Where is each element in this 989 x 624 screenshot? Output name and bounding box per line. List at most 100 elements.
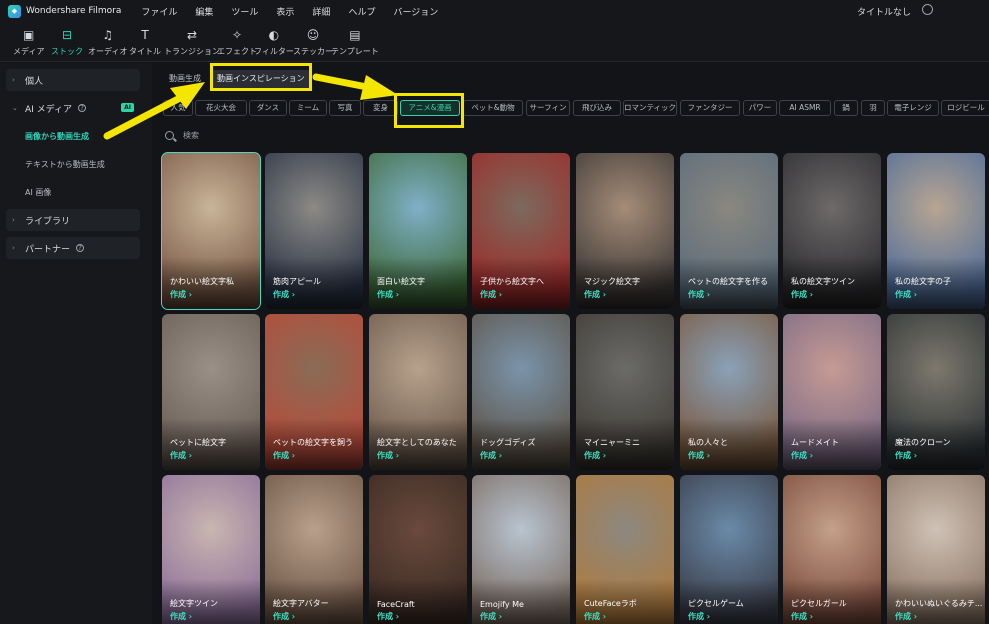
save-status-icon[interactable]: [922, 4, 933, 15]
template-card[interactable]: ピクセルゲーム 作成 ›: [680, 475, 778, 624]
template-card[interactable]: ペットの絵文字を作る 作成 ›: [680, 153, 778, 309]
create-link[interactable]: 作成 ›: [895, 611, 917, 622]
create-link[interactable]: 作成 ›: [273, 450, 295, 461]
create-link[interactable]: 作成 ›: [895, 450, 917, 461]
create-link[interactable]: 作成 ›: [170, 611, 192, 622]
create-link[interactable]: 作成 ›: [170, 450, 192, 461]
create-link[interactable]: 作成 ›: [584, 611, 606, 622]
chip-16[interactable]: 電子レンジ: [887, 100, 939, 116]
template-card[interactable]: 私の人々と 作成 ›: [680, 314, 778, 470]
create-link[interactable]: 作成 ›: [791, 611, 813, 622]
chip-9[interactable]: 飛び込み: [573, 100, 621, 116]
create-link[interactable]: 作成 ›: [688, 289, 710, 300]
create-link[interactable]: 作成 ›: [584, 450, 606, 461]
sidebar-item-image-to-video[interactable]: 画像から動画生成: [25, 131, 89, 142]
tab-video-generation[interactable]: 動画生成: [163, 70, 207, 88]
sidebar-group-partner[interactable]: › パートナー ?: [6, 237, 140, 259]
template-card[interactable]: ペットの絵文字を飼う 作成 ›: [265, 314, 363, 470]
create-link[interactable]: 作成 ›: [688, 450, 710, 461]
create-link[interactable]: 作成 ›: [273, 611, 295, 622]
chip-14[interactable]: 鍋: [834, 100, 858, 116]
chip-13[interactable]: AI ASMR: [779, 100, 831, 116]
create-link[interactable]: 作成 ›: [791, 450, 813, 461]
chip-7[interactable]: ペット&動物: [463, 100, 523, 116]
toolbar-transition[interactable]: ⇄ トランジション: [164, 27, 220, 57]
create-link[interactable]: 作成 ›: [480, 450, 502, 461]
module-toolbar: ▣ メディア ⊟ ストック ♫ オーディオ T タイトル ⇄ トランジション ✧…: [0, 22, 989, 62]
menu-advanced[interactable]: 詳細: [312, 5, 330, 18]
template-card[interactable]: ムードメイト 作成 ›: [783, 314, 881, 470]
sidebar-item-text-to-video[interactable]: テキストから動画生成: [25, 159, 105, 170]
template-card[interactable]: ピクセルガール 作成 ›: [783, 475, 881, 624]
menu-help[interactable]: ヘルプ: [348, 5, 375, 18]
chip-1[interactable]: 花火大会: [195, 100, 247, 116]
chip-11[interactable]: ファンタジー: [680, 100, 740, 116]
create-link[interactable]: 作成 ›: [895, 289, 917, 300]
chip-8[interactable]: サーフィン: [526, 100, 570, 116]
template-card[interactable]: 絵文字ツイン 作成 ›: [162, 475, 260, 624]
toolbar-label: メディア: [13, 47, 45, 56]
create-link[interactable]: 作成 ›: [377, 289, 399, 300]
toolbar-stock[interactable]: ⊟ ストック: [51, 27, 83, 57]
template-card[interactable]: マイニャーミニ 作成 ›: [576, 314, 674, 470]
template-card[interactable]: FaceCraft 作成 ›: [369, 475, 467, 624]
menu-version[interactable]: バージョン: [393, 5, 438, 18]
chip-17[interactable]: ロジビール: [941, 100, 989, 116]
create-link[interactable]: 作成 ›: [791, 289, 813, 300]
menu-view[interactable]: 表示: [276, 5, 294, 18]
create-link[interactable]: 作成 ›: [170, 289, 192, 300]
chip-4[interactable]: 写真: [329, 100, 361, 116]
toolbar-title[interactable]: T タイトル: [129, 27, 161, 57]
sidebar-group-personal[interactable]: › 個人: [6, 69, 140, 91]
toolbar-media[interactable]: ▣ メディア: [13, 27, 44, 57]
toolbar-sticker[interactable]: ☺ ステッカー: [293, 27, 333, 57]
template-card[interactable]: 絵文字アバター 作成 ›: [265, 475, 363, 624]
create-link[interactable]: 作成 ›: [377, 450, 399, 461]
create-link[interactable]: 作成 ›: [377, 611, 399, 622]
template-card[interactable]: 子供から絵文字へ 作成 ›: [472, 153, 570, 309]
template-title: 面白い絵文字: [377, 277, 425, 286]
help-icon[interactable]: ?: [78, 104, 87, 112]
template-card[interactable]: かわいい絵文字私 作成 ›: [161, 152, 261, 310]
template-card[interactable]: 私の絵文字の子 作成 ›: [887, 153, 985, 309]
sidebar-group-library[interactable]: › ライブラリ: [6, 209, 140, 231]
chip-3[interactable]: ミーム: [289, 100, 327, 116]
search-box[interactable]: 検索: [165, 128, 199, 142]
menu-file[interactable]: ファイル: [141, 5, 177, 18]
toolbar-audio[interactable]: ♫ オーディオ: [88, 27, 127, 57]
template-card[interactable]: CuteFaceラボ 作成 ›: [576, 475, 674, 624]
template-card[interactable]: 私の絵文字ツイン 作成 ›: [783, 153, 881, 309]
menu-edit[interactable]: 編集: [195, 5, 213, 18]
help-icon[interactable]: ?: [76, 244, 85, 252]
create-link[interactable]: 作成 ›: [584, 289, 606, 300]
create-link[interactable]: 作成 ›: [688, 611, 710, 622]
create-link[interactable]: 作成 ›: [480, 611, 502, 622]
template-card[interactable]: Emojify Me 作成 ›: [472, 475, 570, 624]
toolbar-template[interactable]: ▤ テンプレート: [331, 27, 379, 57]
chip-10[interactable]: ロマンティック: [623, 100, 677, 116]
chip-15[interactable]: 羽: [861, 100, 885, 116]
template-card[interactable]: 魔法のクローン 作成 ›: [887, 314, 985, 470]
sidebar-group-ai-media[interactable]: ⌄ AI メディア ? AI: [6, 97, 140, 119]
toolbar-filter[interactable]: ◐ フィルター: [254, 27, 294, 57]
chip-12[interactable]: パワー: [743, 100, 777, 116]
menu-tools[interactable]: ツール: [231, 5, 258, 18]
template-card[interactable]: かわいいぬいぐるみチ... 作成 ›: [887, 475, 985, 624]
template-card[interactable]: ペットに絵文字 作成 ›: [162, 314, 260, 470]
search-input[interactable]: 検索: [183, 130, 199, 141]
template-card[interactable]: 筋肉アピール 作成 ›: [265, 153, 363, 309]
sidebar-item-ai-image[interactable]: AI 画像: [25, 187, 51, 198]
template-card[interactable]: マジック絵文字 作成 ›: [576, 153, 674, 309]
create-link[interactable]: 作成 ›: [480, 289, 502, 300]
template-card[interactable]: 絵文字としてのあなた 作成 ›: [369, 314, 467, 470]
template-title: マイニャーミニ: [584, 438, 640, 447]
chip-0[interactable]: 人気: [163, 100, 193, 116]
template-card[interactable]: 面白い絵文字 作成 ›: [369, 153, 467, 309]
category-chips: 人気 花火大会 ダンス ミーム 写真 変身 アニメ&漫画 ペット&動物 サーフィン 飛び込み ロマン…: [153, 100, 989, 116]
create-link[interactable]: 作成 ›: [273, 289, 295, 300]
template-card[interactable]: ドッグゴディズ 作成 ›: [472, 314, 570, 470]
chip-5[interactable]: 変身: [363, 100, 398, 116]
menu-bar: ◆ Wondershare Filmora ファイル 編集 ツール 表示 詳細 …: [0, 0, 989, 22]
toolbar-effect[interactable]: ✧ エフェクト: [217, 27, 257, 57]
chip-2[interactable]: ダンス: [249, 100, 287, 116]
